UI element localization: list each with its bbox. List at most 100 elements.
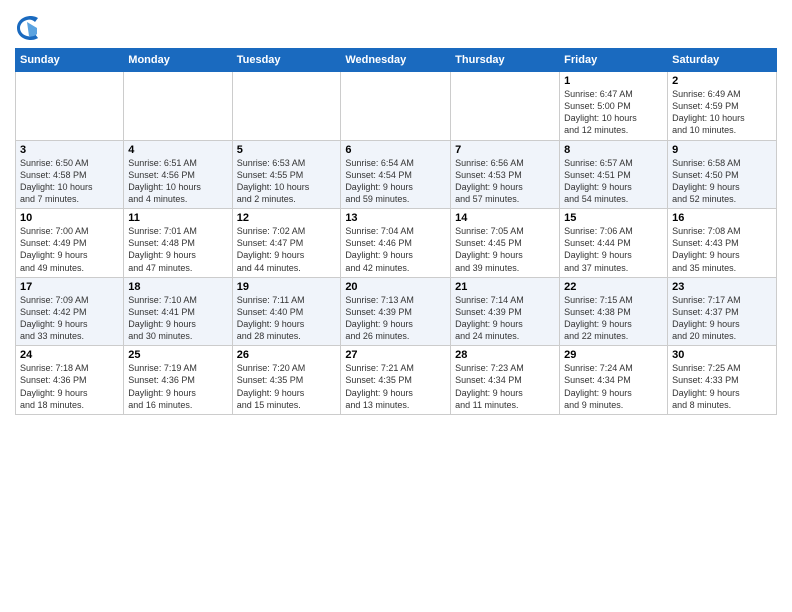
day-number: 11: [128, 212, 227, 224]
calendar-cell: 26Sunrise: 7:20 AM Sunset: 4:35 PM Dayli…: [232, 346, 341, 415]
calendar-cell: 22Sunrise: 7:15 AM Sunset: 4:38 PM Dayli…: [560, 277, 668, 346]
calendar-table: Sunday Monday Tuesday Wednesday Thursday…: [15, 48, 777, 415]
day-info: Sunrise: 7:00 AM Sunset: 4:49 PM Dayligh…: [20, 225, 119, 274]
day-number: 18: [128, 281, 227, 293]
day-info: Sunrise: 6:56 AM Sunset: 4:53 PM Dayligh…: [455, 157, 555, 206]
calendar-cell: 24Sunrise: 7:18 AM Sunset: 4:36 PM Dayli…: [16, 346, 124, 415]
day-info: Sunrise: 6:54 AM Sunset: 4:54 PM Dayligh…: [345, 157, 446, 206]
day-number: 8: [564, 144, 663, 156]
day-number: 1: [564, 75, 663, 87]
day-number: 5: [237, 144, 337, 156]
day-info: Sunrise: 6:49 AM Sunset: 4:59 PM Dayligh…: [672, 88, 772, 137]
calendar-row-2: 10Sunrise: 7:00 AM Sunset: 4:49 PM Dayli…: [16, 209, 777, 278]
calendar-cell: 30Sunrise: 7:25 AM Sunset: 4:33 PM Dayli…: [668, 346, 777, 415]
day-info: Sunrise: 7:10 AM Sunset: 4:41 PM Dayligh…: [128, 294, 227, 343]
calendar-cell: 16Sunrise: 7:08 AM Sunset: 4:43 PM Dayli…: [668, 209, 777, 278]
day-info: Sunrise: 7:01 AM Sunset: 4:48 PM Dayligh…: [128, 225, 227, 274]
day-info: Sunrise: 6:58 AM Sunset: 4:50 PM Dayligh…: [672, 157, 772, 206]
logo: [15, 14, 41, 42]
calendar-cell: 18Sunrise: 7:10 AM Sunset: 4:41 PM Dayli…: [124, 277, 232, 346]
calendar-cell: 28Sunrise: 7:23 AM Sunset: 4:34 PM Dayli…: [451, 346, 560, 415]
day-number: 6: [345, 144, 446, 156]
col-friday: Friday: [560, 49, 668, 72]
day-number: 12: [237, 212, 337, 224]
calendar-cell: [232, 72, 341, 141]
day-info: Sunrise: 7:20 AM Sunset: 4:35 PM Dayligh…: [237, 362, 337, 411]
day-info: Sunrise: 6:53 AM Sunset: 4:55 PM Dayligh…: [237, 157, 337, 206]
day-number: 16: [672, 212, 772, 224]
calendar-row-3: 17Sunrise: 7:09 AM Sunset: 4:42 PM Dayli…: [16, 277, 777, 346]
calendar-cell: 13Sunrise: 7:04 AM Sunset: 4:46 PM Dayli…: [341, 209, 451, 278]
day-info: Sunrise: 6:47 AM Sunset: 5:00 PM Dayligh…: [564, 88, 663, 137]
calendar-row-4: 24Sunrise: 7:18 AM Sunset: 4:36 PM Dayli…: [16, 346, 777, 415]
calendar-cell: 2Sunrise: 6:49 AM Sunset: 4:59 PM Daylig…: [668, 72, 777, 141]
calendar-cell: [16, 72, 124, 141]
calendar-cell: 29Sunrise: 7:24 AM Sunset: 4:34 PM Dayli…: [560, 346, 668, 415]
day-info: Sunrise: 7:19 AM Sunset: 4:36 PM Dayligh…: [128, 362, 227, 411]
calendar-cell: 8Sunrise: 6:57 AM Sunset: 4:51 PM Daylig…: [560, 140, 668, 209]
day-info: Sunrise: 7:23 AM Sunset: 4:34 PM Dayligh…: [455, 362, 555, 411]
calendar-cell: 21Sunrise: 7:14 AM Sunset: 4:39 PM Dayli…: [451, 277, 560, 346]
calendar-cell: 11Sunrise: 7:01 AM Sunset: 4:48 PM Dayli…: [124, 209, 232, 278]
day-info: Sunrise: 7:25 AM Sunset: 4:33 PM Dayligh…: [672, 362, 772, 411]
calendar-cell: [451, 72, 560, 141]
day-info: Sunrise: 7:21 AM Sunset: 4:35 PM Dayligh…: [345, 362, 446, 411]
calendar-cell: 4Sunrise: 6:51 AM Sunset: 4:56 PM Daylig…: [124, 140, 232, 209]
calendar-cell: [124, 72, 232, 141]
day-number: 23: [672, 281, 772, 293]
col-tuesday: Tuesday: [232, 49, 341, 72]
day-number: 13: [345, 212, 446, 224]
day-number: 21: [455, 281, 555, 293]
day-info: Sunrise: 7:08 AM Sunset: 4:43 PM Dayligh…: [672, 225, 772, 274]
day-info: Sunrise: 7:14 AM Sunset: 4:39 PM Dayligh…: [455, 294, 555, 343]
day-number: 26: [237, 349, 337, 361]
calendar-cell: 12Sunrise: 7:02 AM Sunset: 4:47 PM Dayli…: [232, 209, 341, 278]
day-number: 20: [345, 281, 446, 293]
col-thursday: Thursday: [451, 49, 560, 72]
day-info: Sunrise: 7:11 AM Sunset: 4:40 PM Dayligh…: [237, 294, 337, 343]
col-sunday: Sunday: [16, 49, 124, 72]
day-info: Sunrise: 7:13 AM Sunset: 4:39 PM Dayligh…: [345, 294, 446, 343]
day-number: 22: [564, 281, 663, 293]
day-number: 29: [564, 349, 663, 361]
day-info: Sunrise: 7:02 AM Sunset: 4:47 PM Dayligh…: [237, 225, 337, 274]
day-number: 24: [20, 349, 119, 361]
day-info: Sunrise: 7:17 AM Sunset: 4:37 PM Dayligh…: [672, 294, 772, 343]
calendar-cell: 20Sunrise: 7:13 AM Sunset: 4:39 PM Dayli…: [341, 277, 451, 346]
header: [15, 10, 777, 42]
day-info: Sunrise: 7:05 AM Sunset: 4:45 PM Dayligh…: [455, 225, 555, 274]
day-info: Sunrise: 7:06 AM Sunset: 4:44 PM Dayligh…: [564, 225, 663, 274]
day-number: 27: [345, 349, 446, 361]
col-wednesday: Wednesday: [341, 49, 451, 72]
day-number: 7: [455, 144, 555, 156]
calendar-cell: 1Sunrise: 6:47 AM Sunset: 5:00 PM Daylig…: [560, 72, 668, 141]
col-saturday: Saturday: [668, 49, 777, 72]
calendar-cell: 25Sunrise: 7:19 AM Sunset: 4:36 PM Dayli…: [124, 346, 232, 415]
day-number: 2: [672, 75, 772, 87]
calendar-cell: 7Sunrise: 6:56 AM Sunset: 4:53 PM Daylig…: [451, 140, 560, 209]
logo-icon: [15, 14, 39, 42]
calendar-header-row: Sunday Monday Tuesday Wednesday Thursday…: [16, 49, 777, 72]
calendar-cell: 10Sunrise: 7:00 AM Sunset: 4:49 PM Dayli…: [16, 209, 124, 278]
day-info: Sunrise: 6:57 AM Sunset: 4:51 PM Dayligh…: [564, 157, 663, 206]
day-number: 9: [672, 144, 772, 156]
col-monday: Monday: [124, 49, 232, 72]
day-number: 17: [20, 281, 119, 293]
day-number: 28: [455, 349, 555, 361]
calendar-cell: 9Sunrise: 6:58 AM Sunset: 4:50 PM Daylig…: [668, 140, 777, 209]
calendar-cell: 19Sunrise: 7:11 AM Sunset: 4:40 PM Dayli…: [232, 277, 341, 346]
calendar-cell: 6Sunrise: 6:54 AM Sunset: 4:54 PM Daylig…: [341, 140, 451, 209]
day-info: Sunrise: 7:18 AM Sunset: 4:36 PM Dayligh…: [20, 362, 119, 411]
day-number: 10: [20, 212, 119, 224]
day-number: 14: [455, 212, 555, 224]
day-number: 15: [564, 212, 663, 224]
day-number: 3: [20, 144, 119, 156]
day-info: Sunrise: 7:24 AM Sunset: 4:34 PM Dayligh…: [564, 362, 663, 411]
calendar-cell: 15Sunrise: 7:06 AM Sunset: 4:44 PM Dayli…: [560, 209, 668, 278]
day-info: Sunrise: 6:50 AM Sunset: 4:58 PM Dayligh…: [20, 157, 119, 206]
day-info: Sunrise: 6:51 AM Sunset: 4:56 PM Dayligh…: [128, 157, 227, 206]
calendar-cell: 3Sunrise: 6:50 AM Sunset: 4:58 PM Daylig…: [16, 140, 124, 209]
day-number: 4: [128, 144, 227, 156]
calendar-row-0: 1Sunrise: 6:47 AM Sunset: 5:00 PM Daylig…: [16, 72, 777, 141]
page: Sunday Monday Tuesday Wednesday Thursday…: [0, 0, 792, 612]
